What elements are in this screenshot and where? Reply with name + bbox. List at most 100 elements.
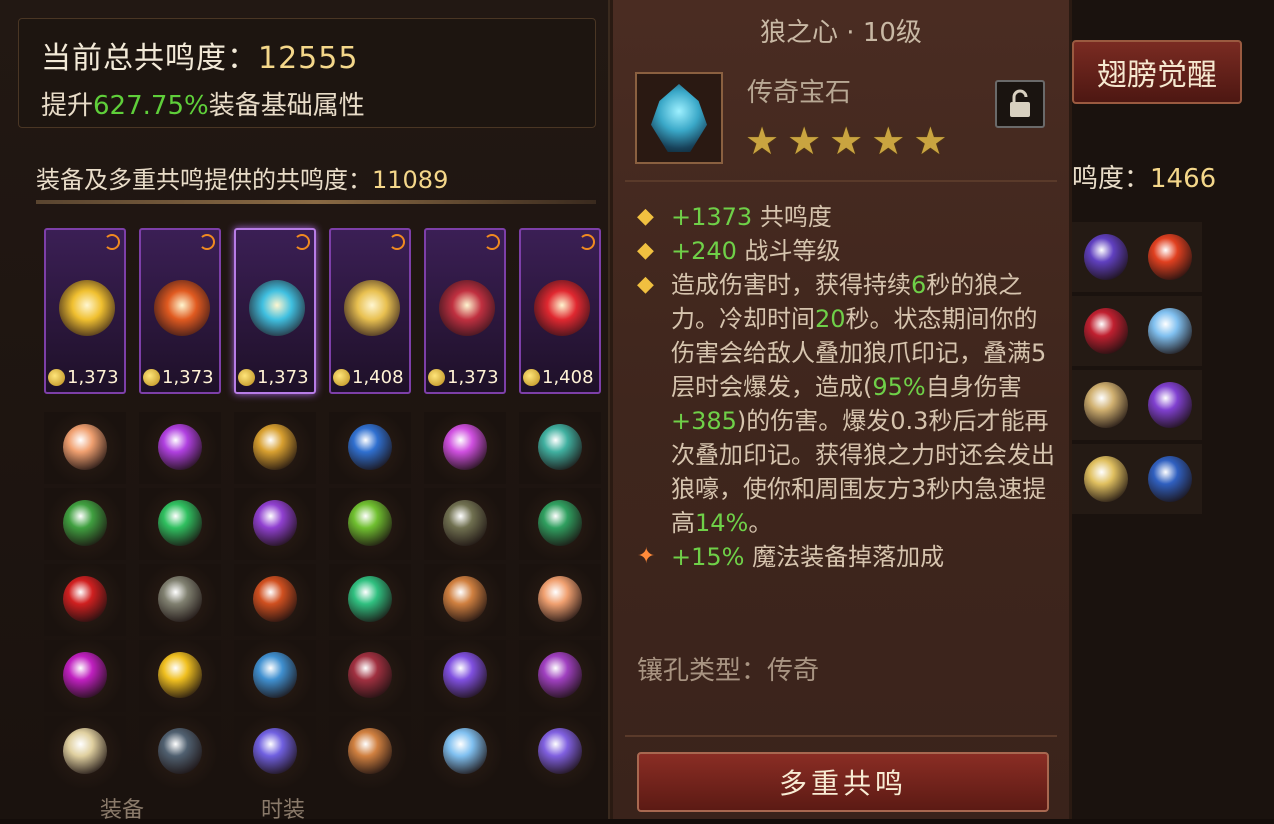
gem-icon: [253, 500, 297, 546]
effect-value: 14%: [695, 509, 749, 537]
gem-icon: [1148, 382, 1192, 428]
gem-icon: [158, 652, 202, 698]
gem-slot[interactable]: [424, 716, 506, 788]
gem-slot[interactable]: [1136, 296, 1202, 366]
total-resonance-label: 当前总共鸣度：: [41, 41, 258, 76]
gem-slot[interactable]: [519, 564, 601, 636]
equip-value-text: 1,373: [257, 367, 309, 388]
equip-slot[interactable]: 1,408: [329, 228, 411, 394]
stat-combat-level: ◆ +240 战斗等级: [637, 234, 1057, 268]
equip-value-text: 1,373: [447, 367, 499, 388]
resonance-mark-icon: [294, 234, 310, 250]
wings-awaken-button[interactable]: 翅膀觉醒: [1072, 40, 1242, 104]
resonance-mark-icon: [484, 234, 500, 250]
gem-slot[interactable]: [44, 640, 126, 712]
gem-icon: [158, 576, 202, 622]
gem-slot[interactable]: [234, 488, 316, 560]
gem-slot[interactable]: [139, 640, 221, 712]
gem-slot[interactable]: [329, 640, 411, 712]
gem-icon: [443, 576, 487, 622]
gem-slot[interactable]: [139, 564, 221, 636]
equipment-icon: [344, 280, 400, 336]
equip-resonance-value: 1,373: [238, 367, 309, 388]
resonance-mark-icon: [579, 234, 595, 250]
gem-slot[interactable]: [139, 488, 221, 560]
equip-resonance-value: 1,373: [428, 367, 499, 388]
gem-icon: [348, 728, 392, 774]
gem-icon: [63, 500, 107, 546]
gem-slot[interactable]: [519, 716, 601, 788]
equip-slot[interactable]: 1,373: [424, 228, 506, 394]
gem-icon: [348, 500, 392, 546]
gem-slot[interactable]: [234, 412, 316, 484]
equip-value-text: 1,373: [162, 367, 214, 388]
wings-resonance-score: 鸣度：1466: [1072, 158, 1216, 195]
gem-slot[interactable]: [139, 716, 221, 788]
gem-slot[interactable]: [44, 564, 126, 636]
star-rating: ★ ★ ★ ★ ★: [745, 122, 947, 160]
socket-type: 镶孔类型：传奇: [637, 656, 820, 686]
bottom-tabs: 装备 时装: [100, 792, 415, 824]
gem-slot[interactable]: [519, 412, 601, 484]
gem-slot[interactable]: [1136, 444, 1202, 514]
gem-slot[interactable]: [1136, 370, 1202, 440]
effect-text-part: 自身伤害: [925, 373, 1022, 401]
gem-slot[interactable]: [329, 488, 411, 560]
gem-slot[interactable]: [1136, 222, 1202, 292]
equipment-icon: [249, 280, 305, 336]
gem-icon: [443, 728, 487, 774]
wings-score-label: 鸣度：: [1072, 164, 1151, 194]
tab-equipment[interactable]: 装备: [100, 798, 144, 823]
gem-slot[interactable]: [329, 412, 411, 484]
gem-slot[interactable]: [1072, 222, 1138, 292]
coin-icon: [428, 369, 445, 386]
equipment-icon: [59, 280, 115, 336]
effect-value: +385: [671, 407, 737, 435]
stat-label: 共鸣度: [752, 203, 832, 231]
equip-slot[interactable]: 1,408: [519, 228, 601, 394]
star-icon: ★: [745, 119, 780, 163]
gem-slot[interactable]: [234, 716, 316, 788]
gem-icon: [63, 728, 107, 774]
star-icon: ★: [829, 119, 864, 163]
gem-slot[interactable]: [424, 640, 506, 712]
coin-icon: [48, 369, 65, 386]
tab-fashion[interactable]: 时装: [261, 798, 305, 823]
gem-icon: [158, 728, 202, 774]
gem-stats: ◆ +1373 共鸣度 ◆ +240 战斗等级 ◆ 造成伤害时，获得持续6秒的狼…: [637, 200, 1057, 574]
gem-slot[interactable]: [234, 640, 316, 712]
lock-toggle-button[interactable]: [995, 80, 1045, 128]
gem-slot[interactable]: [44, 488, 126, 560]
multi-resonance-button[interactable]: 多重共鸣: [637, 752, 1049, 812]
boost-suffix: 装备基础属性: [208, 91, 365, 121]
gem-icon: [1148, 234, 1192, 280]
gem-slot[interactable]: [1072, 370, 1138, 440]
gem-slot[interactable]: [1072, 444, 1138, 514]
gem-slot[interactable]: [44, 716, 126, 788]
gem-slot[interactable]: [329, 564, 411, 636]
gem-slot[interactable]: [424, 564, 506, 636]
gem-slot[interactable]: [234, 564, 316, 636]
diamond-bullet-icon: ◆: [637, 204, 654, 229]
gem-slot[interactable]: [139, 412, 221, 484]
gem-icon: [1084, 234, 1128, 280]
gem-slot[interactable]: [329, 716, 411, 788]
gem-icon: [158, 500, 202, 546]
equip-resonance-value: 1,373: [48, 367, 119, 388]
gem-slot[interactable]: [424, 412, 506, 484]
gem-icon: [1084, 308, 1128, 354]
equip-slot[interactable]: 1,373: [234, 228, 316, 394]
gem-slot[interactable]: [519, 640, 601, 712]
star-icon: ★: [871, 119, 906, 163]
equipment-icon: [439, 280, 495, 336]
gem-icon: [253, 652, 297, 698]
gem-slot[interactable]: [519, 488, 601, 560]
equip-slot[interactable]: 1,373: [44, 228, 126, 394]
effect-text: 造成伤害时，获得持续6秒的狼之力。冷却时间20秒。状态期间你的伤害会给敌人叠加狼…: [671, 268, 1057, 540]
gem-slot[interactable]: [424, 488, 506, 560]
star-icon: ★: [787, 119, 822, 163]
coin-icon: [333, 369, 350, 386]
equip-slot[interactable]: 1,373: [139, 228, 221, 394]
gem-slot[interactable]: [44, 412, 126, 484]
gem-slot[interactable]: [1072, 296, 1138, 366]
